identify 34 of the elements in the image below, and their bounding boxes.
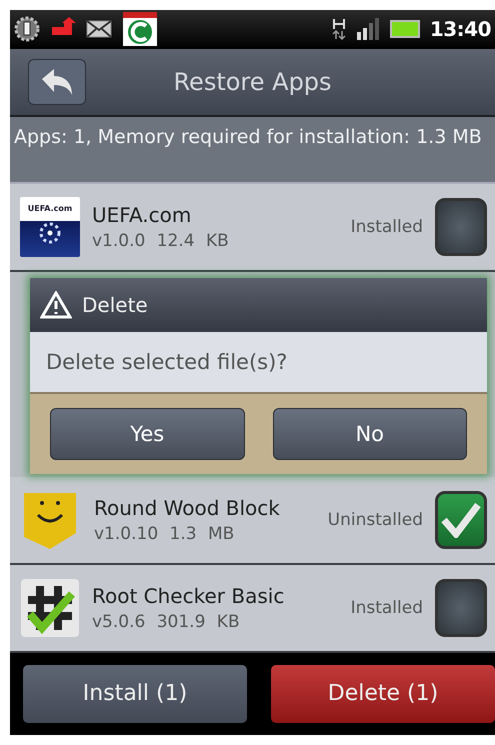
app-name: UEFA.com bbox=[92, 202, 192, 227]
checkbox[interactable] bbox=[435, 490, 487, 549]
back-button[interactable] bbox=[28, 58, 86, 105]
app-version-size: v5.0.6 301.9 KB bbox=[92, 612, 241, 632]
warning-icon bbox=[40, 290, 72, 319]
install-status: Uninstalled bbox=[328, 510, 423, 530]
checkbox[interactable] bbox=[435, 198, 487, 256]
battery-icon bbox=[390, 20, 420, 38]
signal-icon bbox=[356, 18, 380, 40]
dialog-message: Delete selected file(s)? bbox=[30, 332, 487, 392]
mail-icon bbox=[86, 20, 112, 38]
checkbox[interactable] bbox=[435, 578, 487, 637]
install-button[interactable]: Install (1) bbox=[23, 664, 247, 723]
ball-icon bbox=[38, 220, 62, 245]
delete-button[interactable]: Delete (1) bbox=[271, 664, 495, 723]
app-version-size: v1.0.10 1.3 MB bbox=[94, 524, 236, 544]
phone-settings-icon bbox=[14, 16, 40, 42]
confirm-button[interactable]: Yes bbox=[50, 408, 244, 460]
logo-text: UEFA.com bbox=[28, 202, 72, 215]
screen-title: Restore Apps bbox=[172, 68, 333, 96]
app-version-size: v1.0.0 12.4 KB bbox=[92, 230, 230, 251]
install-status: Installed bbox=[350, 598, 423, 618]
calendar-c-icon bbox=[122, 11, 158, 48]
app-name: Round Wood Block bbox=[94, 496, 281, 520]
install-status: Installed bbox=[350, 216, 423, 237]
back-arrow-icon bbox=[40, 66, 74, 97]
cancel-button[interactable]: No bbox=[272, 408, 467, 460]
memory-summary: Apps: 1, Memory required for installation: 1.3 MB bbox=[10, 116, 495, 184]
dialog-title: Delete bbox=[82, 292, 148, 317]
checkmark-icon bbox=[441, 502, 481, 538]
app-name: Root Checker Basic bbox=[92, 584, 286, 608]
clock-time: 13:40 bbox=[430, 17, 491, 42]
hash-check-icon bbox=[20, 578, 80, 638]
network-h-icon bbox=[332, 17, 346, 42]
